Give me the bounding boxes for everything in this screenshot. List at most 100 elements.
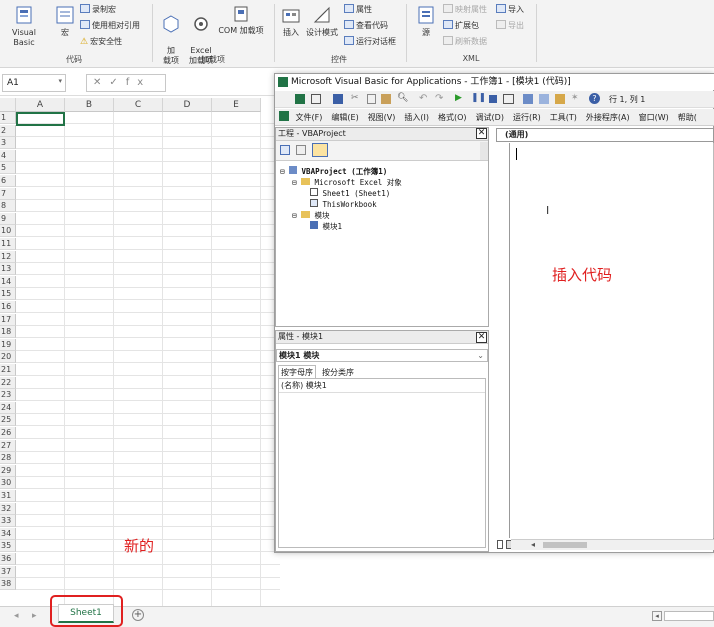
row-header[interactable]: 11 — [0, 238, 16, 250]
row-header[interactable]: 22 — [0, 376, 16, 389]
reset-icon[interactable] — [489, 95, 497, 103]
scroll-left-icon[interactable]: ◂ — [531, 540, 535, 549]
grid-row[interactable] — [16, 326, 280, 339]
vbe-menu-item[interactable]: 调试(D) — [476, 113, 504, 122]
collapse-icon[interactable]: ⊟ — [280, 167, 285, 176]
grid-row[interactable] — [16, 251, 280, 263]
properties-button[interactable]: 属性 — [344, 4, 372, 15]
collapse-icon[interactable]: ⊟ — [292, 211, 297, 220]
grid-row[interactable] — [16, 288, 280, 301]
tree-item-thisworkbook[interactable]: ThisWorkbook — [280, 199, 402, 210]
copy-icon[interactable] — [367, 94, 376, 104]
row-header[interactable]: 26 — [0, 427, 16, 439]
relative-reference-button[interactable]: 使用相对引用 — [80, 20, 140, 31]
grid-row[interactable] — [16, 440, 280, 452]
row-header[interactable]: 12 — [0, 250, 16, 263]
break-icon[interactable]: ❚❚ — [471, 93, 486, 103]
grid-row[interactable] — [16, 515, 280, 528]
row-header[interactable]: 35 — [0, 540, 16, 553]
row-header[interactable]: 3 — [0, 137, 16, 150]
row-header[interactable]: 4 — [0, 149, 16, 162]
macro-security-button[interactable]: ⚠ 宏安全性 — [80, 36, 122, 48]
vbe-menu-item[interactable]: 工具(T) — [550, 113, 577, 122]
grid-row[interactable] — [16, 503, 280, 515]
grid-row[interactable] — [16, 389, 280, 402]
row-header[interactable]: 33 — [0, 515, 16, 528]
tree-item-excel-objects[interactable]: ⊟ Microsoft Excel 对象 — [280, 177, 402, 188]
vbe-menu-item[interactable]: 编辑(E) — [331, 113, 358, 122]
row-header[interactable]: 6 — [0, 175, 16, 187]
row-header[interactable]: 14 — [0, 275, 16, 288]
view-object-icon[interactable] — [296, 145, 306, 155]
redo-icon[interactable]: ↷ — [435, 93, 443, 104]
grid-row[interactable] — [16, 137, 280, 150]
insert-object-icon[interactable] — [311, 94, 321, 104]
row-header[interactable]: 7 — [0, 187, 16, 200]
run-dialog-button[interactable]: 运行对话框 — [344, 36, 396, 47]
horizontal-scrollbar-track[interactable] — [664, 611, 714, 621]
cut-icon[interactable]: ✂ — [351, 93, 359, 103]
scroll-left-icon[interactable]: ◂ — [652, 611, 662, 621]
row-header[interactable]: 34 — [0, 527, 16, 540]
property-row-name[interactable]: (名称) 模块1 — [279, 379, 485, 393]
row-header[interactable]: 27 — [0, 439, 16, 452]
grid-row[interactable] — [16, 351, 280, 364]
grid-row[interactable] — [16, 188, 280, 200]
code-editor[interactable] — [496, 143, 714, 538]
grid-row[interactable] — [16, 200, 280, 213]
grid-row[interactable] — [16, 213, 280, 225]
row-header[interactable]: 18 — [0, 326, 16, 339]
row-header[interactable]: 36 — [0, 553, 16, 565]
row-header[interactable]: 13 — [0, 263, 16, 276]
view-code-small-icon[interactable] — [280, 145, 290, 155]
grid-row[interactable] — [16, 414, 280, 427]
grid-row[interactable] — [16, 566, 280, 578]
xml-export-button[interactable]: 导出 — [496, 20, 524, 31]
row-header[interactable]: 5 — [0, 162, 16, 175]
object-browser-icon[interactable] — [555, 94, 565, 104]
vbe-menu-item[interactable]: 格式(O) — [438, 113, 467, 122]
grid-row[interactable] — [16, 402, 280, 414]
selected-cell-a1[interactable] — [16, 112, 65, 126]
row-header[interactable]: 31 — [0, 490, 16, 502]
row-header[interactable]: 20 — [0, 351, 16, 364]
map-properties-button[interactable]: 映射属性 — [443, 4, 487, 15]
undo-icon[interactable]: ↶ — [419, 93, 427, 104]
macros-button[interactable]: 宏 — [54, 4, 76, 38]
vbe-menu-item[interactable]: 外接程序(A) — [586, 113, 630, 122]
name-box[interactable]: A1 ▾ — [2, 74, 66, 92]
view-excel-icon[interactable] — [295, 94, 305, 104]
tree-item-modules[interactable]: ⊟ 模块 — [280, 210, 402, 221]
toggle-folders-icon[interactable] — [312, 143, 328, 157]
grid-row[interactable] — [16, 162, 280, 175]
insert-control-button[interactable]: 插入 — [280, 4, 302, 38]
row-header[interactable]: 25 — [0, 414, 16, 427]
row-header[interactable]: 10 — [0, 225, 16, 238]
save-icon[interactable] — [333, 94, 343, 104]
properties-object-select[interactable]: 模块1 模块 ⌄ — [276, 349, 488, 362]
vbe-menu-item[interactable]: 窗口(W) — [639, 113, 669, 122]
expansion-packs-button[interactable]: 扩展包 — [443, 20, 479, 31]
tab-alphabetic[interactable]: 按字母序 — [278, 365, 316, 379]
row-header[interactable]: 28 — [0, 452, 16, 465]
scrollbar-thumb[interactable] — [543, 542, 587, 548]
vbe-menu-item[interactable]: 帮助( — [678, 113, 697, 122]
row-header[interactable]: 29 — [0, 464, 16, 477]
row-header[interactable]: 2 — [0, 124, 16, 137]
worksheet-grid[interactable]: A B C D E 1 2 3 4 5 6 7 8 9 10 11 12 13 14 15 16 17 18 19 20 21 22… — [0, 98, 280, 606]
row-header[interactable]: 1 — [0, 112, 16, 124]
row-header[interactable]: 8 — [0, 200, 16, 213]
tree-item-module1[interactable]: 模块1 — [280, 221, 402, 232]
add-sheet-icon[interactable]: + — [132, 609, 144, 621]
row-header[interactable]: 17 — [0, 313, 16, 326]
prev-sheet-icon[interactable]: ◂ — [14, 611, 19, 621]
grid-row[interactable] — [16, 225, 280, 238]
close-icon[interactable]: ✕ — [476, 332, 487, 343]
formula-symbols[interactable]: ✕✓fx — [86, 74, 166, 92]
visual-basic-button[interactable]: Visual Basic — [2, 4, 46, 48]
code-horizontal-scrollbar[interactable]: ◂ — [511, 539, 714, 550]
properties-window-icon[interactable] — [539, 94, 549, 104]
column-header[interactable]: C — [114, 98, 163, 112]
paste-icon[interactable] — [381, 94, 391, 104]
xml-source-button[interactable]: 源 — [414, 4, 438, 38]
